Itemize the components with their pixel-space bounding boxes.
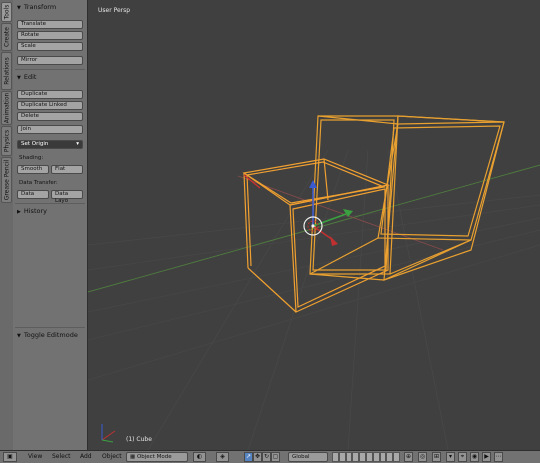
mode-selector[interactable]: ▦ Object Mode: [126, 452, 188, 462]
set-origin-dropdown[interactable]: Set Origin ▾: [17, 140, 83, 149]
tab-grease-pencil[interactable]: Grease Pencil: [1, 157, 12, 203]
tab-tools[interactable]: Tools: [1, 2, 12, 22]
tab-animation-label: Animation: [3, 92, 10, 124]
viewport-header: ▣ View Select Add Object ▦ Object Mode ◐…: [0, 450, 540, 463]
proportional-edit-icon[interactable]: ◎: [418, 452, 427, 462]
tool-shelf: ▼ Transform Translate Rotate Scale Mirror…: [13, 0, 88, 450]
viewport-canvas: [88, 115, 540, 450]
snap-options-icon[interactable]: ⋯: [494, 452, 503, 462]
collapse-triangle-icon: ▼: [17, 75, 21, 81]
viewport-title: User Persp: [98, 7, 131, 14]
tab-create-label: Create: [3, 27, 10, 47]
tab-animation[interactable]: Animation: [1, 91, 12, 125]
tab-relations[interactable]: Relations: [1, 52, 12, 90]
scale-manipulator-icon[interactable]: ▢: [271, 452, 280, 462]
manipulator-toggle-icon[interactable]: ↗: [244, 452, 253, 462]
translate-manipulator-icon[interactable]: ✥: [253, 452, 262, 462]
expand-triangle-icon: ▶: [17, 209, 21, 215]
panel-divider: [15, 69, 85, 70]
delete-button[interactable]: Delete: [17, 112, 83, 121]
panel-divider: [15, 327, 85, 328]
tab-physics-label: Physics: [3, 129, 10, 153]
orientation-selector[interactable]: Global: [288, 452, 328, 462]
opengl-render-icon[interactable]: ◉: [470, 452, 479, 462]
duplicate-button[interactable]: Duplicate: [17, 90, 83, 99]
operator-panel-title: Toggle Editmode: [23, 331, 78, 339]
pivot-point-icon[interactable]: ◈: [216, 452, 229, 462]
mirror-button[interactable]: Mirror: [17, 56, 83, 65]
small-cube[interactable]: [242, 158, 391, 313]
edit-panel-title: Edit: [23, 73, 37, 81]
data-layout-button[interactable]: Data Layo: [51, 190, 83, 204]
data-button[interactable]: Data: [17, 190, 49, 199]
menu-add[interactable]: Add: [80, 453, 92, 460]
transform-panel-header[interactable]: ▼ Transform: [17, 3, 56, 11]
edit-panel-header[interactable]: ▼ Edit: [17, 73, 36, 81]
snap-element-icon[interactable]: ▾: [446, 452, 455, 462]
tool-tab-strip: Tools Create Relations Animation Physics…: [0, 0, 14, 450]
menu-select[interactable]: Select: [52, 453, 71, 460]
snap-target-icon[interactable]: ⌖: [458, 452, 467, 462]
data-transfer-label: Data Transfer:: [19, 180, 58, 186]
large-cube[interactable]: [309, 115, 505, 281]
tab-relations-label: Relations: [3, 57, 10, 85]
collapse-triangle-icon: ▼: [17, 333, 21, 339]
menu-object[interactable]: Object: [102, 453, 122, 460]
viewport-shading-icon[interactable]: ◐: [193, 452, 206, 462]
panel-divider: [15, 203, 85, 204]
tab-grease-pencil-label: Grease Pencil: [3, 159, 10, 201]
collapse-triangle-icon: ▼: [17, 5, 21, 11]
history-panel-header[interactable]: ▶ History: [17, 207, 47, 215]
shading-label: Shading:: [19, 155, 44, 161]
active-object-label: (1) Cube: [126, 436, 152, 443]
snap-icon[interactable]: ⊞: [432, 452, 441, 462]
3d-viewport[interactable]: User Persp (1) Cube: [88, 0, 540, 450]
operator-panel-header[interactable]: ▼ Toggle Editmode: [17, 331, 78, 339]
transform-panel-title: Transform: [23, 3, 57, 11]
scale-button[interactable]: Scale: [17, 42, 83, 51]
view-axis-icon: [101, 424, 116, 443]
join-button[interactable]: Join: [17, 125, 83, 134]
mode-label: Object Mode: [136, 454, 172, 460]
blender-window: Tools Create Relations Animation Physics…: [0, 0, 540, 463]
duplicate-linked-button[interactable]: Duplicate Linked: [17, 101, 83, 110]
layer-buttons[interactable]: [332, 452, 400, 462]
rotate-button[interactable]: Rotate: [17, 31, 83, 40]
render-animation-icon[interactable]: ▶: [482, 452, 491, 462]
menu-view[interactable]: View: [28, 453, 42, 460]
chevron-down-icon: ▾: [76, 141, 79, 147]
tab-physics[interactable]: Physics: [1, 126, 12, 156]
smooth-button[interactable]: Smooth: [17, 165, 49, 174]
translate-button[interactable]: Translate: [17, 20, 83, 29]
editor-type-icon[interactable]: ▣: [3, 452, 17, 462]
set-origin-label: Set Origin: [21, 141, 49, 147]
tab-create[interactable]: Create: [1, 23, 12, 51]
rotate-manipulator-icon[interactable]: ↻: [262, 452, 271, 462]
tab-tools-label: Tools: [3, 4, 10, 20]
flat-button[interactable]: Flat: [51, 165, 83, 174]
history-panel-title: History: [23, 207, 47, 215]
lock-layers-icon[interactable]: ⊕: [404, 452, 413, 462]
object-mode-icon: ▦: [130, 454, 137, 460]
